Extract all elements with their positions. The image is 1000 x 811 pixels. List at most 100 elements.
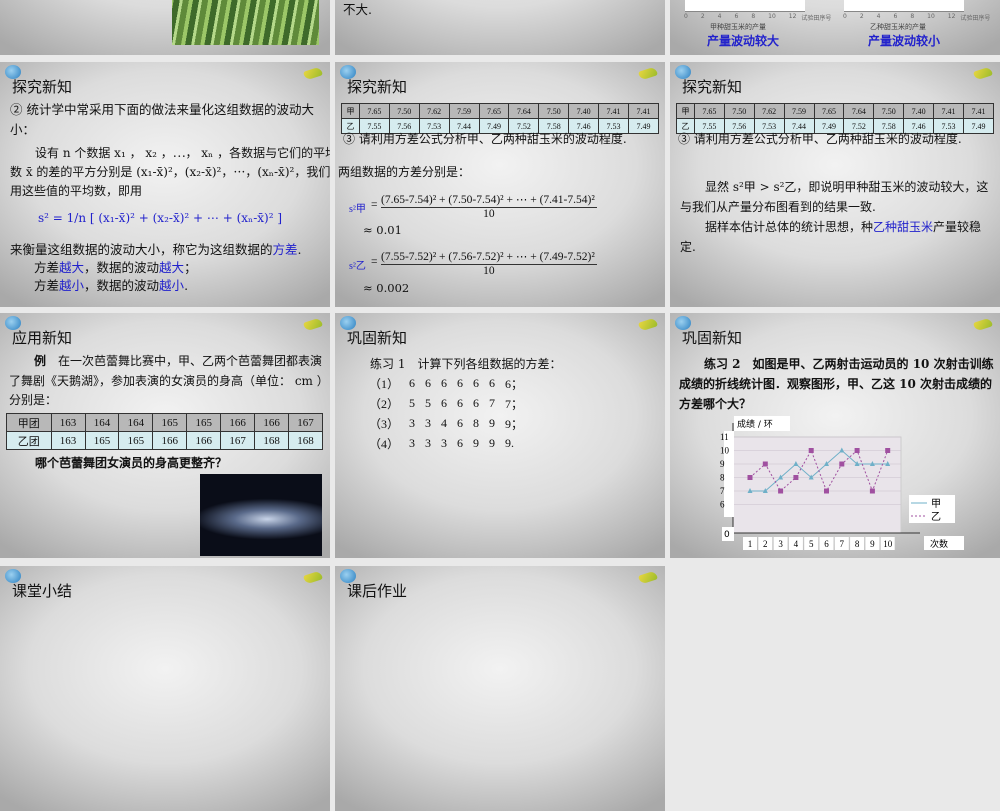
conclusion-yi: 产量波动较小 [868,34,941,48]
slide-thumbnail-6[interactable]: 探究新知 甲 7.65 7.50 7.62 7.59 7.65 7.64 7.50 7.40 7.… [670,62,1000,307]
table-cell: 165 [152,413,188,432]
table-cell: 6 [457,375,464,390]
table-cell: 7.65 [358,103,390,119]
x-axis-ticks-yi: 0 2 4 6 8 10 12 试验田序号 [843,13,990,22]
pencil-icon [303,66,323,81]
table-cell: 6 [473,395,480,410]
histogram-jia [685,0,805,12]
table-cell: 4 [441,415,448,430]
slide-thumbnail-3[interactable]: 0 2 4 6 8 10 12 试验田序号 0 2 4 6 8 10 12 试验田序号 甲种甜玉米的产量 乙… [670,0,1000,55]
table-cell: 7.65 [478,103,510,119]
table-cell: 9 [489,435,496,450]
conclusion-jia: 产量波动较大 [707,34,780,48]
table-cell: 6 [457,435,464,450]
slide-thumbnail-1[interactable] [0,0,330,55]
table-cell: 乙团 [6,431,52,450]
table-cell: 5 [425,395,432,410]
table-cell: 164 [118,413,154,432]
table-cell: 163 [50,413,86,432]
slide-thumbnail-5[interactable]: 探究新知 甲 7.65 7.50 7.62 7.59 7.65 7.64 7.50 7.40 7.… [335,62,665,307]
tick-label: 0 [684,13,688,20]
table-row: 甲 7.65 7.50 7.62 7.59 7.65 7.64 7.50 7.40 7.41 7.4… [341,103,660,119]
table-cell: 7.41 [962,103,995,119]
table-cell: 7.40 [568,103,600,119]
y-tick-label: 0 [724,530,730,540]
table-cell: 3 [409,435,416,450]
table-cell: 7； [505,396,524,411]
table-cell: 3 [425,435,432,450]
slide-text: 不大. [343,2,372,17]
table-row: 甲团 163 164 164 165 165 166 166 167 [6,413,323,432]
x-tick-label: 8 [855,539,860,549]
slide-thumbnail-4[interactable]: 探究新知 ② 统计学中常采用下面的做法来量化这组数据的波动大小： 设有 n 个数… [0,62,330,307]
definition-line: 来衡量这组数据的波动大小，称它为这组数据的方差. [10,242,302,257]
table-cell: 9； [505,416,524,431]
height-table: 甲团 163 164 164 165 165 166 166 167 乙团 163 165 165 166… [6,413,323,450]
x-tick-label: 7 [840,539,845,549]
tick-label: 2 [700,13,705,20]
table-cell: 3 [409,415,416,430]
plot-area [732,436,902,534]
legend-label: 甲 [931,499,941,510]
table-cell: 7.64 [508,103,540,119]
table-cell: 6 [425,375,432,390]
data-point [747,475,753,480]
paragraph: 例 在一次芭蕾舞比赛中，甲、乙两个芭蕾舞团都表演了舞剧《天鹅湖》，参加表演的女演… [9,354,323,407]
tick-label: 6 [893,13,898,20]
table-cell: 7.62 [418,103,450,119]
table-cell: 6 [473,375,480,390]
table-cell: 165 [186,413,222,432]
pencil-icon [638,570,658,585]
table-cell: 7.41 [598,103,629,119]
table-row: （2） 5 5 6 6 6 7 7； [369,393,533,413]
table-cell: 7.50 [873,103,905,119]
table-cell: 6 [489,375,496,390]
slide-thumbnail-9[interactable]: 巩固新知 练习 2 如图是甲、乙两射击运动员的 10 次射击训练成绩的折线统计图… [670,313,1000,558]
shooting-scores-chart: 成绩 / 环1110987601 2 3 4 5 6 7 8 9 10 次数甲乙 [720,416,964,550]
table-cell: 166 [220,413,256,432]
pencil-icon [303,570,323,585]
table-cell: 甲团 [6,413,52,432]
y-tick-label: 9 [720,459,725,469]
table-cell: 7.59 [448,103,480,119]
table-cell: 7.41 [627,103,660,119]
table-cell: 3 [425,415,432,430]
slide-thumbnail-10[interactable]: 课堂小结 [0,566,330,811]
question: ③ 请利用方差公式分析甲、乙两种甜玉米的波动程度. [678,132,962,146]
y-tick-label: 11 [720,432,729,442]
slide-thumbnail-7[interactable]: 应用新知 例 在一次芭蕾舞比赛中，甲、乙两个芭蕾舞团都表演了舞剧《天鹅湖》，参加… [0,313,330,558]
paragraph: 显然 s²甲 > s²乙，即说明甲种甜玉米的波动较大，这与我们从产量分布图看到的… [680,180,989,214]
slide-thumbnail-8[interactable]: 巩固新知 练习 1 计算下列各组数据的方差： （1） 6 6 6 6 6 6 6； （2） 5 5 6… [335,313,665,558]
data-point [824,488,829,494]
slide-thumbnail-2[interactable]: 不大. [335,0,665,55]
x-axis-label: 次数 [930,538,948,550]
slide-title: 探究新知 [682,78,743,96]
table-cell: 7 [489,395,496,410]
table-cell: 3 [441,435,448,450]
x-axis-label: 试验田序号 [960,15,991,22]
table-cell: 7.50 [723,103,755,119]
table-cell: 7.65 [693,103,725,119]
exercise-data: （1） 6 6 6 6 6 6 6； （2） 5 5 6 6 6 7 7； （3） 3 3 4 6 8 9 9； （4） 3 3 3 6… [369,373,533,453]
table-cell: 167 [220,431,256,450]
tick-label: 4 [876,13,881,20]
y-tick-label: 10 [720,446,730,456]
table-cell: 9. [505,435,515,450]
y-axis-label: 成绩 / 环 [737,418,773,430]
x-tick-label: 2 [763,539,768,549]
x-axis-label: 试验田序号 [801,15,832,22]
histogram-yi [844,0,964,12]
slide-title: 探究新知 [12,78,73,96]
table-cell: 7.41 [933,103,964,119]
table-cell: （4） [369,436,400,451]
table-cell: 165 [84,431,120,450]
slide-title: 课后作业 [347,582,408,600]
table-cell: 166 [254,413,290,432]
table-cell: 164 [84,413,120,432]
x-tick-label: 9 [870,539,875,549]
tick-label: 2 [859,13,864,20]
variance-yi: s²乙 = (7.55-7.52)² + (7.56-7.52)² + ⋯ + (7… [349,251,597,277]
question: ③ 请利用方差公式分析甲、乙两种甜玉米的波动程度. [343,132,627,146]
slide-thumbnail-11[interactable]: 课后作业 [335,566,665,811]
table-cell: 6 [457,415,464,430]
